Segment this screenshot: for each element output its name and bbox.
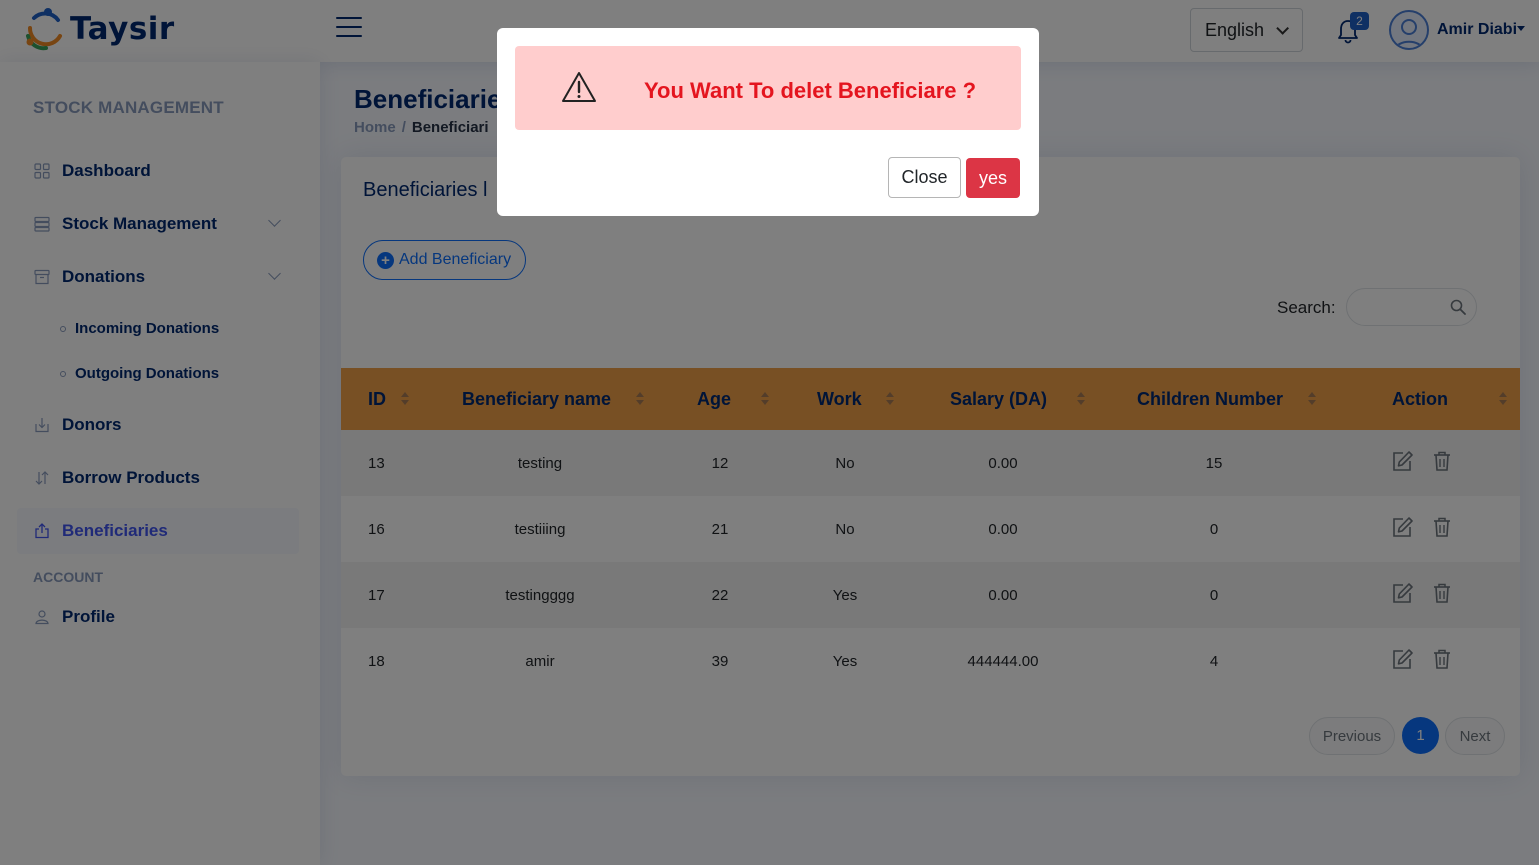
warning-alert: You Want To delet Beneficiare ? bbox=[515, 46, 1021, 130]
modal-message: You Want To delet Beneficiare ? bbox=[644, 78, 977, 103]
confirm-yes-button[interactable]: yes bbox=[966, 158, 1020, 198]
warning-triangle-icon bbox=[562, 72, 596, 102]
close-button[interactable]: Close bbox=[888, 157, 961, 198]
delete-confirm-modal: You Want To delet Beneficiare ? Close ye… bbox=[497, 28, 1039, 216]
